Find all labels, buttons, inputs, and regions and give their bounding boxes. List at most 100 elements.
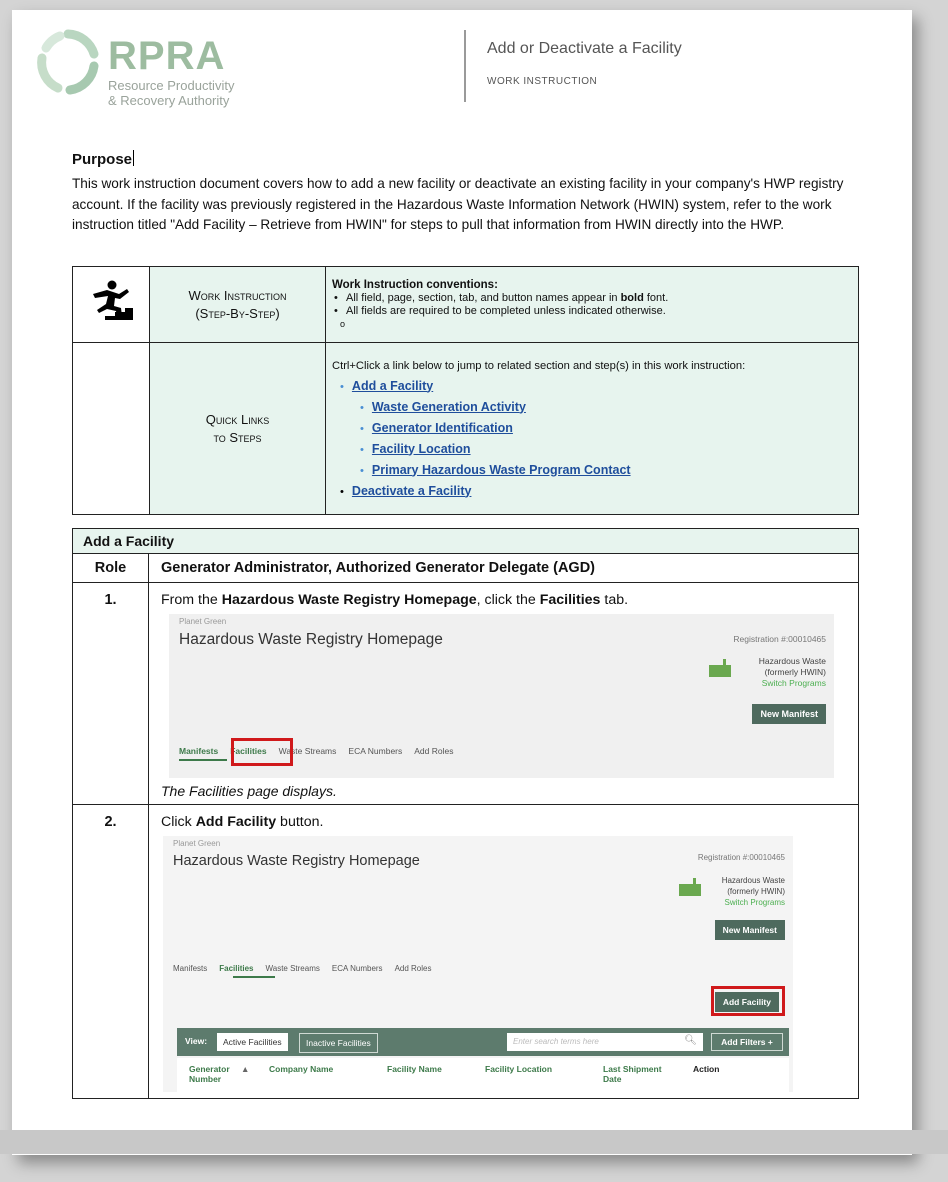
search-input[interactable]: Enter search terms here 🔍︎ <box>507 1033 703 1051</box>
view-toolbar: View: Active Facilities Inactive Facilit… <box>177 1028 789 1056</box>
text: Click <box>161 814 196 830</box>
step-number: 2. <box>72 804 149 1099</box>
step-2-body: Click Add Facility button. Planet Green … <box>148 804 859 1099</box>
role-text: Generator Administrator, Authorized Gene… <box>148 553 859 583</box>
document-page: RPRA Resource Productivity & Recovery Au… <box>12 10 912 1155</box>
page-bottom-shadow <box>0 1130 948 1154</box>
column-last-shipment-date[interactable]: Last Shipment Date <box>603 1064 675 1084</box>
label-line-2: (Step-By-Step) <box>195 305 280 321</box>
program-note: (formerly HWIN) <box>764 667 826 677</box>
bullet-icon: • <box>360 422 364 435</box>
rpra-swirl-icon <box>37 29 99 95</box>
tab-waste-streams[interactable]: Waste Streams <box>265 964 319 973</box>
new-manifest-button[interactable]: New Manifest <box>714 920 785 940</box>
column-facility-location[interactable]: Facility Location <box>485 1064 552 1074</box>
text: button. <box>276 814 324 830</box>
bullet-icon: • <box>340 380 344 393</box>
highlight-box <box>231 738 293 766</box>
switch-programs-link[interactable]: Switch Programs <box>722 897 785 908</box>
rpra-logo: RPRA Resource Productivity & Recovery Au… <box>34 28 294 108</box>
screenshot-registry-homepage: Planet Green Hazardous Waste Registry Ho… <box>169 614 834 778</box>
text: , click the <box>476 592 540 608</box>
conventions-heading: Work Instruction conventions: <box>332 278 498 291</box>
active-tab-underline <box>233 976 275 978</box>
tab-manifests[interactable]: Manifests <box>179 746 218 756</box>
new-manifest-button[interactable]: New Manifest <box>752 704 826 724</box>
active-facilities-toggle[interactable]: Active Facilities <box>217 1033 288 1051</box>
switch-programs-link[interactable]: Switch Programs <box>759 678 826 689</box>
program-name: Hazardous Waste <box>721 876 785 885</box>
list-item: All field, page, section, tab, and butto… <box>332 292 852 305</box>
purpose-heading: Purpose <box>72 151 133 168</box>
tab-add-roles[interactable]: Add Roles <box>414 746 453 756</box>
label-line-1: Quick Links <box>205 411 270 427</box>
logo-name: RPRA <box>108 34 226 78</box>
role-header: Role <box>72 553 149 583</box>
bullet-bold-word: bold <box>620 291 644 304</box>
bullet-icon: • <box>360 464 364 477</box>
text: From the <box>161 592 222 608</box>
label-line-2: to Steps <box>213 429 262 445</box>
link-facility-location[interactable]: Facility Location <box>372 442 471 456</box>
list-item-empty <box>332 318 852 331</box>
step-1-result: The Facilities page displays. <box>161 783 337 799</box>
empty-icon-cell <box>72 342 150 515</box>
section-title: Add a Facility <box>72 528 859 554</box>
header-divider <box>464 30 466 102</box>
logo-subtitle-2: & Recovery Authority <box>108 93 230 108</box>
bullet-icon: • <box>340 485 344 498</box>
text: tab. <box>600 592 629 608</box>
column-facility-name[interactable]: Facility Name <box>387 1064 442 1074</box>
link-generator-identification[interactable]: Generator Identification <box>372 421 513 435</box>
program-note: (formerly HWIN) <box>727 887 785 896</box>
document-type: WORK INSTRUCTION <box>487 76 598 87</box>
column-company-name[interactable]: Company Name <box>269 1064 333 1074</box>
factory-icon <box>679 878 701 896</box>
inactive-facilities-toggle[interactable]: Inactive Facilities <box>299 1033 378 1053</box>
column-generator-number[interactable]: Generator Number <box>189 1064 249 1084</box>
tab-eca-numbers[interactable]: ECA Numbers <box>348 746 402 756</box>
bold-text: Facilities <box>539 592 601 608</box>
registration-number: Registration #:00010465 <box>733 634 826 644</box>
link-primary-contact[interactable]: Primary Hazardous Waste Program Contact <box>372 463 631 477</box>
tab-bar: Manifests Facilities Waste Streams ECA Numb… <box>173 964 443 973</box>
highlight-box <box>711 986 785 1016</box>
screen-title: Hazardous Waste Registry Homepage <box>173 853 420 869</box>
add-filters-button[interactable]: Add Filters + <box>711 1033 783 1051</box>
work-instruction-label: Work Instruction (Step-By-Step) <box>149 266 326 343</box>
tab-add-roles[interactable]: Add Roles <box>395 964 432 973</box>
logo-subtitle-1: Resource Productivity <box>108 78 235 93</box>
conventions-list: All field, page, section, tab, and butto… <box>332 292 852 331</box>
quick-links-intro: Ctrl+Click a link below to jump to relat… <box>332 359 746 372</box>
tab-eca-numbers[interactable]: ECA Numbers <box>332 964 383 973</box>
stair-climber-icon <box>93 280 133 320</box>
document-title: Add or Deactivate a Facility <box>487 40 682 57</box>
screenshot-facilities-page: Planet Green Hazardous Waste Registry Ho… <box>163 836 793 1092</box>
registration-number: Registration #:00010465 <box>697 853 785 862</box>
link-add-facility[interactable]: Add a Facility <box>352 379 433 393</box>
factory-icon <box>709 659 731 677</box>
quick-links-label: Quick Links to Steps <box>149 342 326 515</box>
step-1-text: From the Hazardous Waste Registry Homepa… <box>161 592 846 608</box>
active-tab-underline <box>179 759 227 761</box>
tab-facilities[interactable]: Facilities <box>219 964 253 973</box>
conventions-table: Work Instruction (Step-By-Step) Work Ins… <box>72 266 859 515</box>
link-waste-generation-activity[interactable]: Waste Generation Activity <box>372 400 526 414</box>
tab-manifests[interactable]: Manifests <box>173 964 207 973</box>
program-name: Hazardous Waste <box>758 656 826 666</box>
bullet-text: All fields are required to be completed … <box>346 304 666 317</box>
sort-icon[interactable]: ▲ <box>241 1064 249 1074</box>
search-icon: 🔍︎ <box>684 1035 697 1046</box>
screen-title: Hazardous Waste Registry Homepage <box>179 631 443 648</box>
link-deactivate-facility[interactable]: Deactivate a Facility <box>352 484 472 498</box>
step-2-text: Click Add Facility button. <box>161 814 846 830</box>
bold-text: Hazardous Waste Registry Homepage <box>221 592 477 608</box>
step-number: 1. <box>72 582 149 805</box>
bullet-text-end: font. <box>643 291 669 304</box>
view-label: View: <box>185 1036 208 1046</box>
org-name: Planet Green <box>173 839 221 848</box>
stairs-icon-cell <box>72 266 150 343</box>
program-info: Hazardous Waste (formerly HWIN) Switch P… <box>722 875 785 908</box>
bold-text: Add Facility <box>195 814 277 830</box>
quick-links: Ctrl+Click a link below to jump to relat… <box>325 342 859 515</box>
